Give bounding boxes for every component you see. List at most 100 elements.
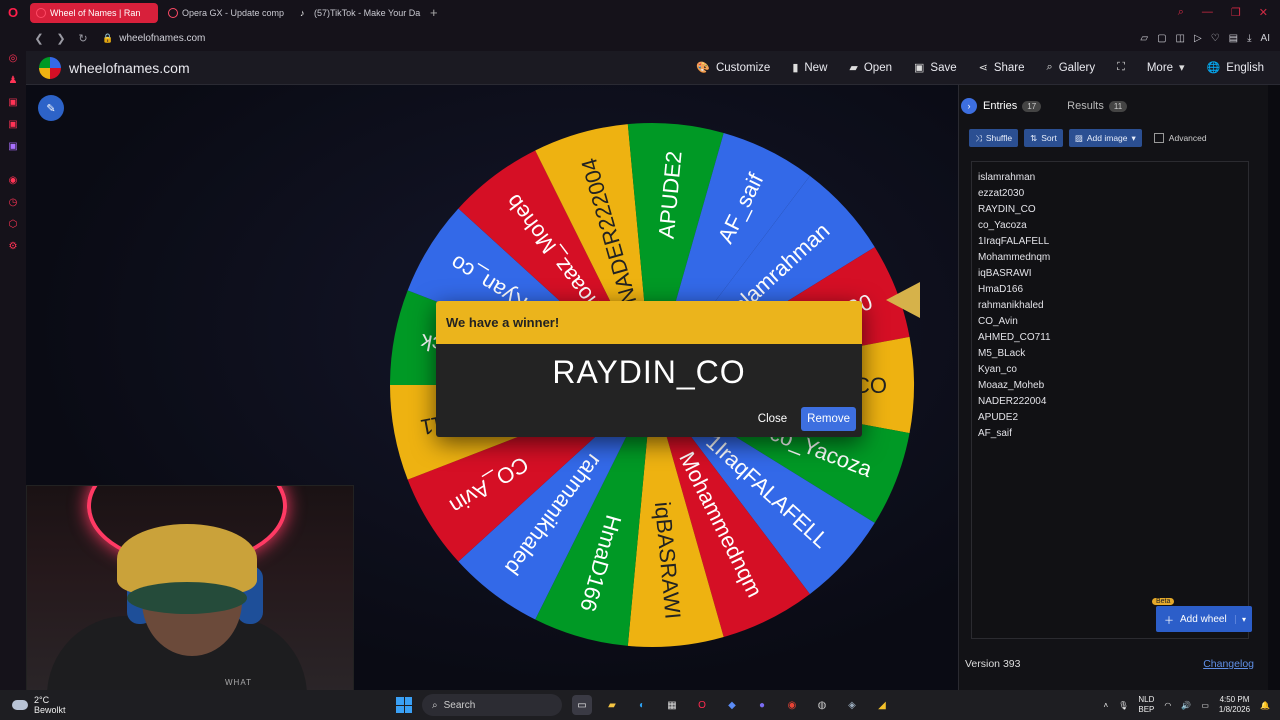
changelog-link[interactable]: Changelog — [1203, 658, 1254, 670]
chevron-down-icon[interactable]: ▾ — [1234, 614, 1252, 624]
entry-item[interactable]: M5_BLack — [978, 346, 1248, 362]
store-icon[interactable]: ▦ — [662, 695, 682, 715]
sort-button[interactable]: ⇅ Sort — [1024, 129, 1063, 147]
task-view-icon[interactable]: ▭ — [572, 695, 592, 715]
bookmark-icon[interactable]: ▱ — [1140, 33, 1148, 44]
entry-item[interactable]: Mohammednqm — [978, 250, 1248, 266]
gx-control-icon[interactable]: ◎ — [0, 47, 26, 69]
notification-icon[interactable]: 🔔 — [1260, 701, 1270, 710]
messenger-icon[interactable]: ▣ — [0, 91, 26, 113]
checkbox-box[interactable] — [1153, 133, 1164, 143]
entry-item[interactable]: NADER222004 — [978, 394, 1248, 410]
snapshot-icon[interactable]: ▢ — [1157, 33, 1166, 44]
extensions-icon[interactable]: ⬡ — [0, 213, 26, 235]
share-button[interactable]: ⋖ Share — [979, 61, 1025, 75]
windows-start-icon[interactable] — [396, 697, 412, 713]
entry-item[interactable]: Kyan_co — [978, 362, 1248, 378]
site-name[interactable]: wheelofnames.com — [69, 60, 190, 76]
entry-item[interactable]: CO_Avin — [978, 314, 1248, 330]
entry-item[interactable]: 1IraqFALAFELL — [978, 234, 1248, 250]
history-icon[interactable]: ◷ — [0, 191, 26, 213]
taskbar-search[interactable]: ⌕ Search — [422, 694, 562, 716]
wifi-icon[interactable]: ◠ — [1164, 701, 1171, 710]
search-icon: ⌕ — [432, 699, 438, 711]
entry-item[interactable]: iqBASRAWI — [978, 266, 1248, 282]
shuffle-button[interactable]: ⤨ Shuffle — [969, 129, 1019, 147]
app-icon[interactable]: ◆ — [722, 695, 742, 715]
app-icon[interactable]: ◍ — [812, 695, 832, 715]
tab-label: (57)TikTok - Make Your Da — [314, 7, 421, 18]
save-button[interactable]: ▣ Save — [914, 61, 957, 75]
tab-wheel-of-names[interactable]: Wheel of Names | Ran — [30, 2, 158, 23]
entry-item[interactable]: Moaaz_Moheb — [978, 378, 1248, 394]
entry-item[interactable]: rahmanikhaled — [978, 298, 1248, 314]
entry-item[interactable]: islamrahman — [978, 170, 1248, 186]
search-tabs-icon[interactable]: ⌕ — [1178, 6, 1184, 19]
play-icon[interactable]: ▷ — [1194, 33, 1202, 44]
weather-widget[interactable]: 2°C Bewolkt — [0, 695, 66, 715]
gallery-button[interactable]: ⌕ Gallery — [1047, 61, 1096, 74]
twitch-icon[interactable]: ▣ — [0, 135, 26, 157]
remove-button[interactable]: Remove — [801, 407, 856, 431]
maximize-icon[interactable]: ❐ — [1231, 6, 1241, 19]
player-icon[interactable]: ◉ — [0, 169, 26, 191]
new-button[interactable]: ▮ New — [792, 61, 827, 75]
forward-icon[interactable]: ❯ — [52, 32, 70, 45]
entries-textarea[interactable]: islamrahman ezzat2030 RAYDIN_CO co_Yacoza 1I… — [971, 161, 1252, 639]
back-icon[interactable]: ❮ — [30, 32, 48, 45]
new-tab-plus-icon[interactable]: + — [430, 5, 438, 20]
language-button[interactable]: 🌐 English — [1207, 61, 1264, 75]
entry-item[interactable]: ezzat2030 — [978, 186, 1248, 202]
download-icon[interactable]: ⤓ — [1247, 33, 1251, 44]
steam-icon[interactable]: ◈ — [842, 695, 862, 715]
windows-taskbar: 2°C Bewolkt ⌕ Search ▭ ▰ ◐ ▦ O ◆ ● ◉ ◍ ◈… — [0, 690, 1280, 720]
chrome-icon[interactable]: ◉ — [782, 695, 802, 715]
gx-corner-icon[interactable]: ♟ — [0, 69, 26, 91]
reload-icon[interactable]: ↻ — [74, 32, 92, 45]
entry-item[interactable]: HmaD166 — [978, 282, 1248, 298]
edge-icon[interactable]: ◐ — [632, 695, 652, 715]
edit-pencil-icon[interactable]: ✎ — [38, 95, 64, 121]
tab-entries[interactable]: Entries 17 — [983, 100, 1042, 112]
opera-gx-icon[interactable]: O — [692, 695, 712, 715]
entry-item[interactable]: co_Yacoza — [978, 218, 1248, 234]
music-icon[interactable]: ▣ — [0, 113, 26, 135]
entry-item[interactable]: RAYDIN_CO — [978, 202, 1248, 218]
open-button[interactable]: ▰ Open — [849, 61, 892, 75]
heart-icon[interactable]: ♡ — [1211, 33, 1220, 44]
add-image-button[interactable]: ▨ Add image ▾ — [1068, 129, 1142, 147]
language-indicator[interactable]: NLD BEP — [1138, 695, 1154, 715]
tab-results[interactable]: Results 11 — [1067, 100, 1128, 112]
fullscreen-button[interactable]: ⛶ — [1117, 61, 1125, 74]
tab-tiktok[interactable]: ♪ (57)TikTok - Make Your Da — [294, 3, 422, 23]
discord-icon[interactable]: ● — [752, 695, 772, 715]
add-wheel-button[interactable]: ＋ Add wheel ▾ — [1156, 606, 1252, 632]
tab-opera-update[interactable]: Opera GX - Update comp — [162, 3, 290, 23]
entry-item[interactable]: AF_saif — [978, 426, 1248, 442]
entry-item[interactable]: AHMED_CO711 — [978, 330, 1248, 346]
app-icon[interactable]: ◢ — [872, 695, 892, 715]
advanced-checkbox[interactable]: Advanced — [1153, 133, 1207, 143]
microphone-icon[interactable]: 🎙 — [1118, 701, 1128, 710]
volume-icon[interactable]: 🔊 — [1181, 701, 1191, 710]
close-window-icon[interactable]: ✕ — [1259, 6, 1268, 19]
vpn-icon[interactable]: ◫ — [1176, 33, 1185, 44]
collapse-panel-icon[interactable]: › — [961, 98, 977, 114]
advanced-label: Advanced — [1168, 133, 1207, 143]
chevron-up-icon[interactable]: ˄ — [1104, 701, 1109, 710]
settings-icon[interactable]: ⚙ — [0, 235, 26, 257]
clock[interactable]: 4:50 PM 1/8/2026 — [1219, 695, 1250, 715]
url-field[interactable]: 🔒 wheelofnames.com — [102, 33, 205, 44]
winner-dialog-title: We have a winner! — [436, 301, 862, 344]
customize-button[interactable]: 🎨 Customize — [696, 61, 770, 75]
entry-item[interactable]: APUDE2 — [978, 410, 1248, 426]
battery-icon[interactable]: ▭ — [1201, 701, 1209, 710]
file-explorer-icon[interactable]: ▰ — [602, 695, 622, 715]
wheel-logo-icon[interactable] — [39, 56, 61, 79]
wallet-icon[interactable]: ▤ — [1229, 33, 1238, 44]
ai-icon[interactable]: AI — [1261, 33, 1270, 44]
more-button[interactable]: More ▾ — [1147, 61, 1185, 75]
close-button[interactable]: Close — [756, 409, 789, 429]
opera-logo-icon[interactable]: O — [0, 0, 26, 25]
minimize-icon[interactable]: — — [1202, 6, 1213, 19]
